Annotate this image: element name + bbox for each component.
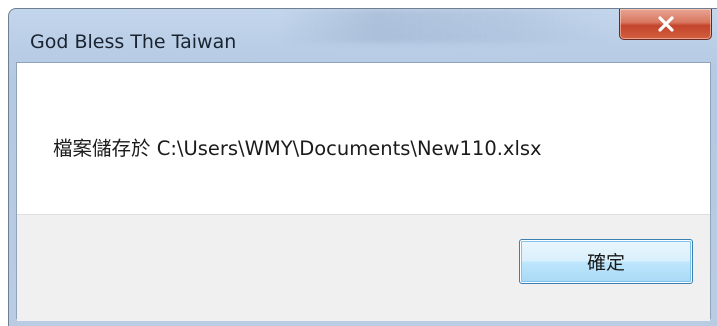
message-dialog: God Bless The Taiwan 檔案儲存於 C:\Users\WMY\… [8,8,717,326]
message-area: 檔案儲存於 C:\Users\WMY\Documents\New110.xlsx [17,63,710,214]
window-title: God Bless The Taiwan [30,31,237,53]
message-text: 檔案儲存於 C:\Users\WMY\Documents\New110.xlsx [53,137,542,160]
title-bar-background [279,9,609,43]
ok-button-label: 確定 [586,253,625,274]
ok-button[interactable]: 確定 [519,239,693,284]
close-button[interactable] [619,9,712,40]
button-bar: 確定 [17,214,710,321]
close-x-icon [657,16,674,32]
dialog-client-area: 檔案儲存於 C:\Users\WMY\Documents\New110.xlsx… [16,62,711,321]
